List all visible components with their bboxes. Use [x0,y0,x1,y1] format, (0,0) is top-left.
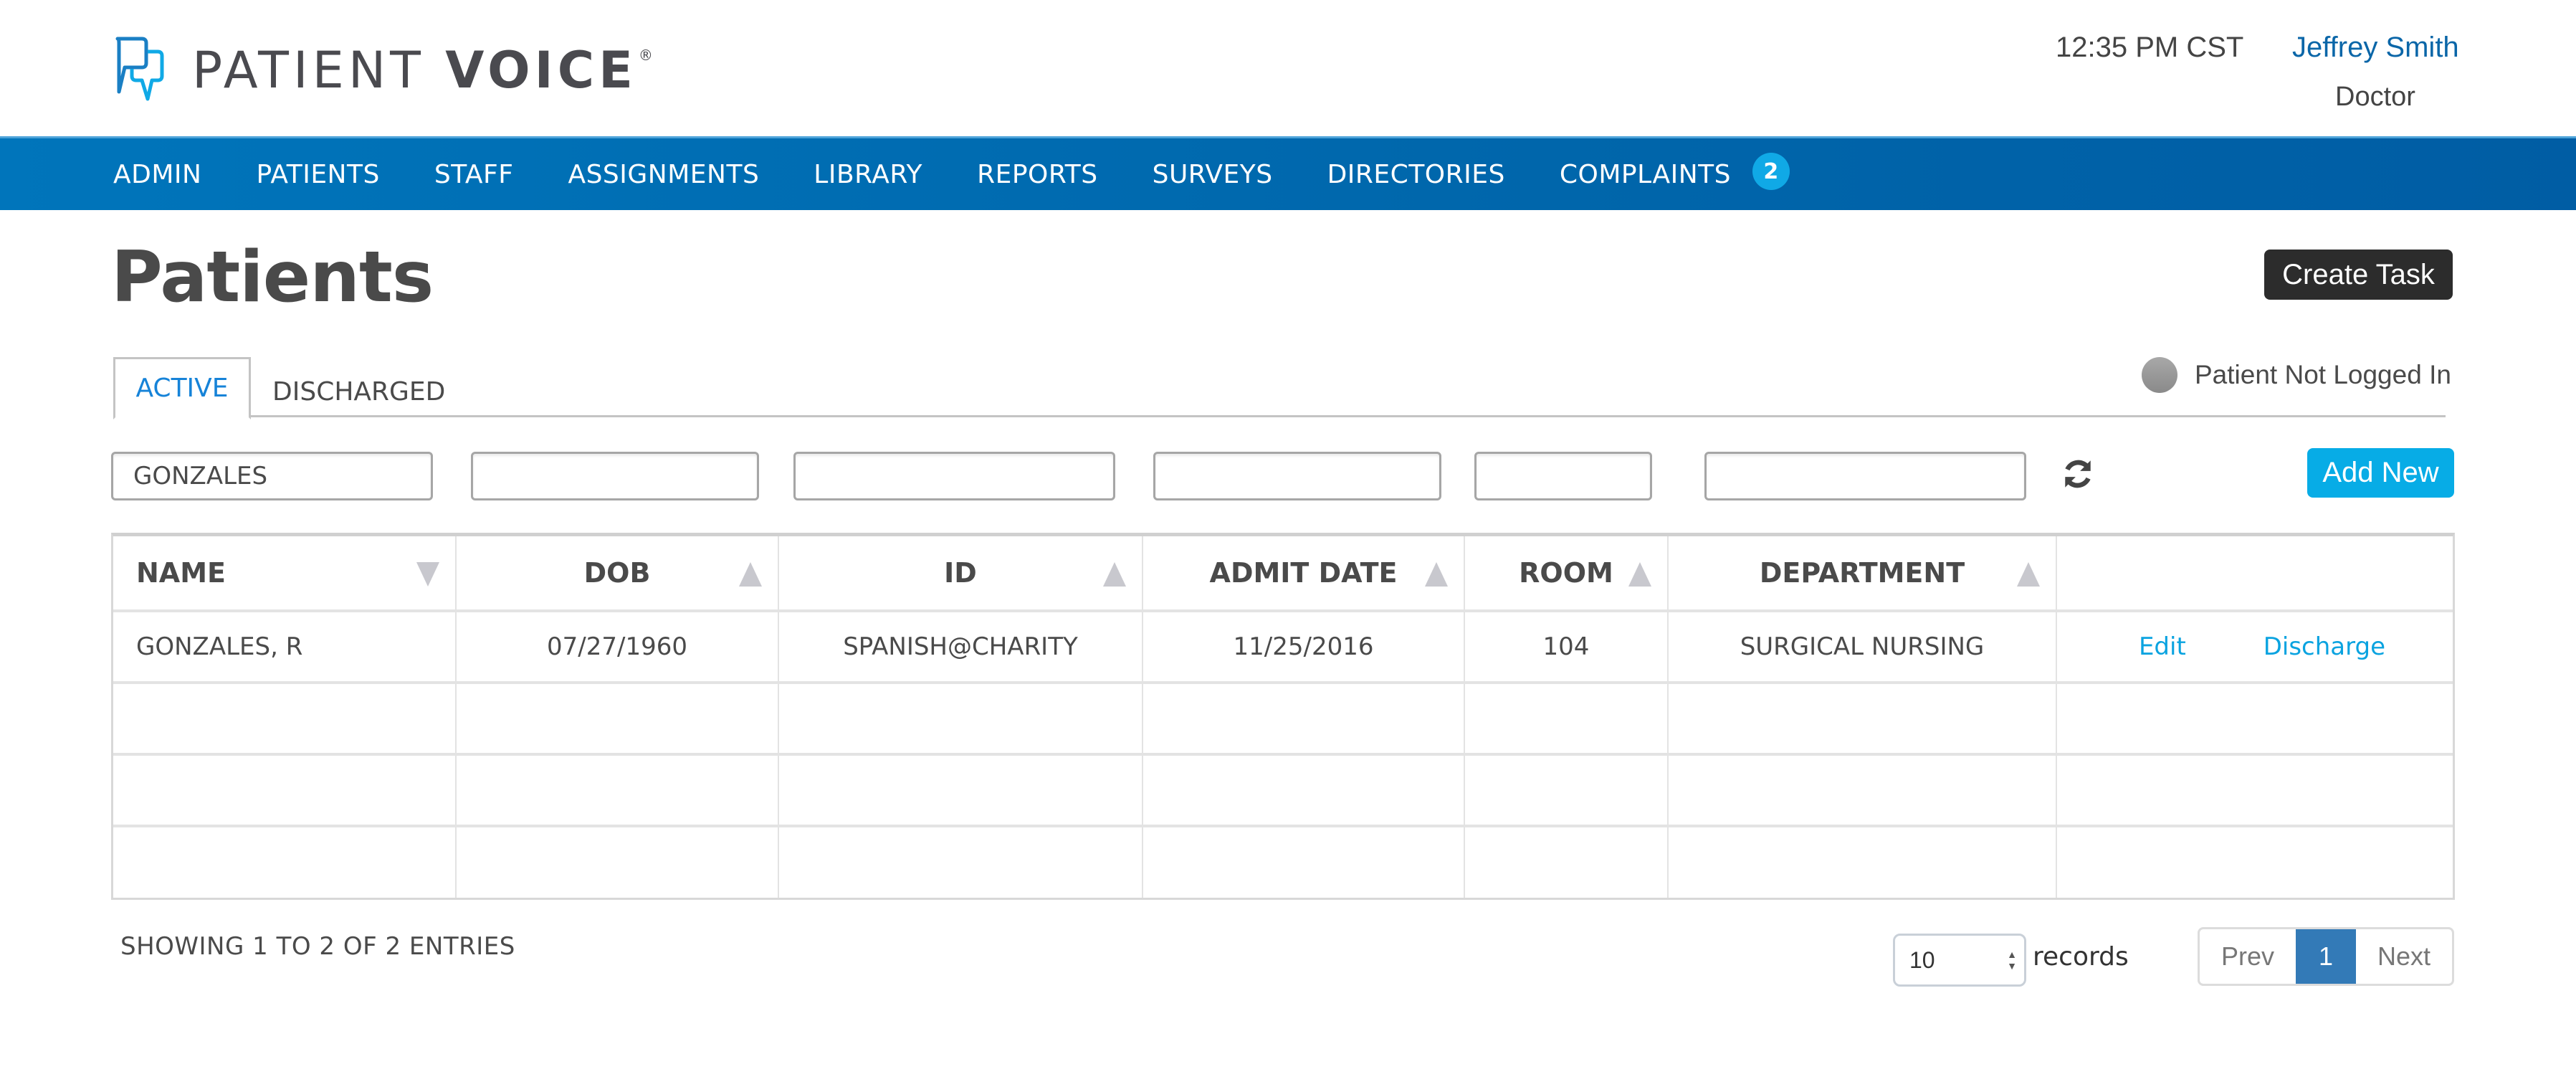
status-dot-icon [2142,357,2177,393]
column-header-id[interactable]: ID [778,536,1143,612]
filter-admit-date-input[interactable] [1153,452,1441,500]
nav-complaints[interactable]: COMPLAINTS 2 [1559,153,1790,190]
column-header-name[interactable]: NAME [113,536,457,612]
column-header-dob[interactable]: DOB [456,536,779,612]
entries-summary: SHOWING 1 TO 2 OF 2 ENTRIES [120,932,515,961]
page-1-button[interactable]: 1 [2296,929,2356,984]
refresh-icon[interactable] [2060,456,2096,492]
sort-asc-icon [2017,562,2040,587]
nav-admin[interactable]: ADMIN [113,160,201,189]
column-label: DEPARTMENT [1759,557,1965,589]
nav-assignments[interactable]: ASSIGNMENTS [568,160,759,189]
cell-room [1464,826,1669,898]
column-header-department[interactable]: DEPARTMENT [1668,536,2057,612]
page-size-value: 10 [1909,946,1935,973]
column-label: ROOM [1519,557,1613,589]
cell-dob [456,683,779,756]
patient-login-status: Patient Not Logged In [2142,357,2451,393]
patient-voice-logo[interactable]: PATIENT VOICE ® [108,34,653,106]
cell-id [778,683,1143,756]
table-row [113,683,2453,756]
filter-name-input[interactable] [111,452,433,500]
speech-bubbles-icon [115,37,164,101]
cell-id [778,754,1143,827]
cell-actions [2056,826,2453,898]
cell-actions: Edit Discharge [2056,611,2453,684]
cell-room: 104 [1464,611,1669,684]
sort-asc-icon [739,562,762,587]
user-name-link[interactable]: Jeffrey Smith [2292,32,2459,64]
cell-dob [456,826,779,898]
filter-id-input[interactable] [793,452,1115,500]
cell-room [1464,683,1669,756]
cell-actions [2056,754,2453,827]
tab-active[interactable]: ACTIVE [113,357,251,419]
column-header-room[interactable]: ROOM [1464,536,1669,612]
column-header-admit-date[interactable]: ADMIT DATE [1142,536,1465,612]
clock: 12:35 PM CST [2056,32,2244,63]
spinner-arrows-icon[interactable]: ▲ ▼ [2007,949,2017,972]
column-header-actions [2056,536,2453,612]
cell-id [778,826,1143,898]
main-nav: ADMIN PATIENTS STAFF ASSIGNMENTS LIBRARY… [0,136,2576,210]
column-label: NAME [136,557,226,589]
table-header-row: NAME DOB ID ADMIT DATE ROOM DEPARTMENT [113,536,2453,612]
page-title: Patients [111,237,434,318]
prev-page-button[interactable]: Prev [2200,929,2296,984]
column-label: ID [944,557,977,589]
table-row[interactable]: GONZALES, R 07/27/1960 SPANISH@CHARITY 1… [113,611,2453,684]
cell-name [113,683,457,756]
cell-dob [456,754,779,827]
cell-name [113,826,457,898]
cell-department [1668,754,2057,827]
table-row [113,826,2453,898]
cell-admit-date: 11/25/2016 [1142,611,1465,684]
cell-dob: 07/27/1960 [456,611,779,684]
nav-patients[interactable]: PATIENTS [256,160,379,189]
filter-dob-input[interactable] [471,452,759,500]
cell-admit-date [1142,826,1465,898]
cell-name [113,754,457,827]
nav-surveys[interactable]: SURVEYS [1153,160,1273,189]
logo-text: PATIENT VOICE ® [192,41,653,100]
column-label: ADMIT DATE [1209,557,1398,589]
login-status-label: Patient Not Logged In [2195,360,2451,389]
patient-status-tabs: ACTIVE DISCHARGED [113,357,2446,419]
next-page-button[interactable]: Next [2356,929,2452,984]
sort-asc-icon [1425,562,1448,587]
sort-asc-icon [1628,562,1651,587]
discharge-link[interactable]: Discharge [2263,632,2385,661]
app-header: PATIENT VOICE ® 12:35 PM CST Jeffrey Smit… [0,0,2576,136]
cell-id: SPANISH@CHARITY [778,611,1143,684]
cell-admit-date [1142,683,1465,756]
cell-name: GONZALES, R [113,611,457,684]
nav-reports[interactable]: REPORTS [977,160,1098,189]
table-row [113,754,2453,827]
complaints-count-badge: 2 [1752,153,1790,190]
patients-table: NAME DOB ID ADMIT DATE ROOM DEPARTMENT G… [111,533,2455,900]
filter-room-input[interactable] [1474,452,1652,500]
cell-admit-date [1142,754,1465,827]
cell-department: SURGICAL NURSING [1668,611,2057,684]
edit-link[interactable]: Edit [2139,632,2186,661]
add-new-button[interactable]: Add New [2307,448,2454,498]
records-label: records [2033,942,2129,972]
cell-room [1464,754,1669,827]
nav-staff[interactable]: STAFF [434,160,514,189]
pagination: Prev 1 Next [2198,927,2454,986]
tab-discharged[interactable]: DISCHARGED [272,357,445,417]
create-task-button[interactable]: Create Task [2264,250,2453,300]
filter-department-input[interactable] [1704,452,2026,500]
cell-department [1668,826,2057,898]
page-size-select[interactable]: 10 ▲ ▼ [1893,934,2026,987]
cell-department [1668,683,2057,756]
sort-asc-icon [1103,562,1126,587]
nav-complaints-label: COMPLAINTS [1559,159,1732,189]
column-label: DOB [583,557,651,589]
sort-desc-icon [416,562,439,587]
nav-directories[interactable]: DIRECTORIES [1327,160,1505,189]
cell-actions [2056,683,2453,756]
nav-library[interactable]: LIBRARY [814,160,922,189]
user-role: Doctor [2335,82,2415,112]
